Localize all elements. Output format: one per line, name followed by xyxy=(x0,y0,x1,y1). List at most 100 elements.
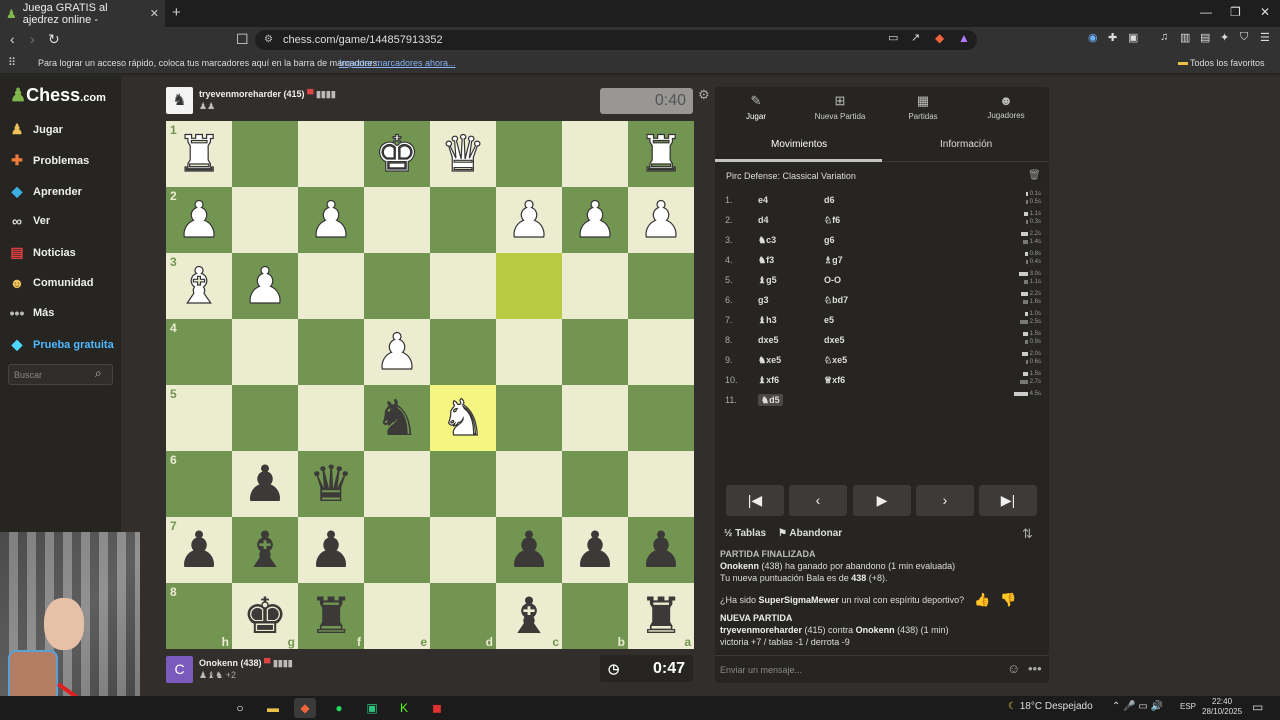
ai-icon[interactable]: ✦ xyxy=(1220,31,1229,44)
white-knight-icon[interactable]: ♞ xyxy=(440,392,486,443)
board-square[interactable] xyxy=(430,187,496,253)
black-move[interactable]: d6 xyxy=(824,195,835,205)
board-square[interactable] xyxy=(496,385,562,451)
board-square[interactable]: ♞ xyxy=(430,385,496,451)
board-square[interactable]: ♟ xyxy=(298,517,364,583)
white-bishop-icon[interactable]: ♝ xyxy=(176,260,222,311)
last-move-button[interactable]: ▶| xyxy=(979,485,1037,516)
black-pawn-icon[interactable]: ♟ xyxy=(309,525,354,575)
gear-icon[interactable]: ⚙ xyxy=(698,87,710,103)
sidebar-item-jugar[interactable]: ♟ Jugar xyxy=(8,121,63,138)
minimize-icon[interactable]: — xyxy=(1200,5,1212,19)
apps-grid-icon[interactable]: ⠿ xyxy=(8,56,16,69)
first-move-button[interactable]: |◀ xyxy=(726,485,784,516)
black-knight-icon[interactable]: ♞ xyxy=(375,393,420,443)
board-square[interactable] xyxy=(562,451,628,517)
board-square[interactable]: 4 xyxy=(166,319,232,385)
white-king-icon[interactable]: ♚ xyxy=(374,128,420,179)
board-square[interactable] xyxy=(628,319,694,385)
board-square[interactable] xyxy=(562,121,628,187)
white-pawn-icon[interactable]: ♟ xyxy=(638,194,684,245)
white-rook-icon[interactable]: ♜ xyxy=(638,128,684,179)
board-square[interactable]: ♟ xyxy=(628,187,694,253)
board-square[interactable]: ♟ xyxy=(562,517,628,583)
weather-widget[interactable]: ☾ 18°C Despejado xyxy=(1008,701,1093,712)
board-square[interactable]: ♛ xyxy=(430,121,496,187)
board-square[interactable] xyxy=(232,121,298,187)
forward-icon[interactable]: › xyxy=(30,31,35,47)
restore-icon[interactable]: ❐ xyxy=(1230,5,1241,19)
sidebar-item-comunidad[interactable]: ☻ Comunidad xyxy=(8,275,94,291)
board-square[interactable]: e xyxy=(364,583,430,649)
board-square[interactable] xyxy=(496,451,562,517)
new-tab-icon[interactable]: + xyxy=(172,4,181,21)
white-pawn-icon[interactable]: ♟ xyxy=(308,194,354,245)
file-explorer-icon[interactable]: ▬ xyxy=(262,698,284,718)
board-square[interactable]: 1 ♜ xyxy=(166,121,232,187)
brave-shield-icon[interactable]: ◆ xyxy=(935,31,944,45)
black-bishop-icon[interactable]: ♝ xyxy=(243,525,288,575)
board-square[interactable]: ♟ xyxy=(298,187,364,253)
black-king-icon[interactable]: ♚ xyxy=(243,591,288,641)
flip-board-icon[interactable]: ⇅ xyxy=(1022,526,1033,542)
tab-jugar[interactable]: ✎ Jugar xyxy=(716,93,796,121)
board-square[interactable] xyxy=(364,253,430,319)
draw-button[interactable]: ½ Tablas xyxy=(724,528,766,539)
board-square[interactable]: a ♜ xyxy=(628,583,694,649)
black-move[interactable]: ♘xe5 xyxy=(824,355,847,366)
all-favorites-link[interactable]: Todos los favoritos xyxy=(1190,58,1265,68)
black-pawn-icon[interactable]: ♟ xyxy=(573,525,618,575)
import-bookmarks-link[interactable]: Importar marcadores ahora... xyxy=(339,58,456,68)
board-square[interactable]: ♟ xyxy=(562,187,628,253)
brave-browser-icon[interactable]: ◆ xyxy=(294,698,316,718)
black-bishop-icon[interactable]: ♝ xyxy=(507,591,552,641)
board-square[interactable]: b xyxy=(562,583,628,649)
app-icon[interactable]: ▣ xyxy=(361,698,383,718)
black-move[interactable]: ♘f6 xyxy=(824,215,840,226)
black-rook-icon[interactable]: ♜ xyxy=(639,591,684,641)
sidebar-item-problemas[interactable]: ✚ Problemas xyxy=(8,152,89,169)
board-square[interactable] xyxy=(430,451,496,517)
thumbs-down-icon[interactable]: 👎 xyxy=(1000,593,1016,606)
prev-move-button[interactable]: ‹ xyxy=(789,485,847,516)
white-move[interactable]: ♞c3 xyxy=(758,235,776,246)
board-square[interactable]: ♜ xyxy=(628,121,694,187)
chat-input[interactable]: Enviar un mensaje... xyxy=(720,665,802,675)
white-move[interactable]: ♞xe5 xyxy=(758,355,781,366)
brave-rewards-icon[interactable]: ▲ xyxy=(958,31,970,45)
white-pawn-icon[interactable]: ♟ xyxy=(572,194,618,245)
vpn-icon[interactable]: ⛉ xyxy=(1240,31,1248,44)
board-square[interactable] xyxy=(298,385,364,451)
chess-logo[interactable]: ♟Chess.com xyxy=(10,85,106,106)
sidebar-item-mas[interactable]: ••• Más xyxy=(8,305,55,321)
play-button[interactable]: ▶ xyxy=(853,485,911,516)
board-square[interactable]: ♟ xyxy=(232,451,298,517)
board-square[interactable]: 8h xyxy=(166,583,232,649)
search-icon[interactable]: ⌕ xyxy=(95,366,102,381)
subtab-informacion[interactable]: Información xyxy=(940,139,992,150)
board-square[interactable]: ♟ xyxy=(628,517,694,583)
board-square[interactable] xyxy=(364,451,430,517)
black-rook-icon[interactable]: ♜ xyxy=(309,591,354,641)
board-square[interactable]: f ♜ xyxy=(298,583,364,649)
black-move[interactable]: ♗g7 xyxy=(824,255,843,266)
white-pawn-icon[interactable]: ♟ xyxy=(506,194,552,245)
board-square[interactable] xyxy=(430,517,496,583)
white-pawn-icon[interactable]: ♟ xyxy=(242,260,288,311)
leo-icon[interactable]: ◉ xyxy=(1088,31,1098,44)
wallet-icon[interactable]: ▤ xyxy=(1200,31,1210,44)
black-pawn-icon[interactable]: ♟ xyxy=(639,525,684,575)
browser-tab[interactable]: ♟ Juega GRATIS al ajedrez online - ✕ xyxy=(0,0,165,27)
board-square[interactable] xyxy=(562,385,628,451)
white-queen-icon[interactable]: ♛ xyxy=(440,128,486,179)
board-square[interactable]: ♚ xyxy=(364,121,430,187)
board-square[interactable]: 5 xyxy=(166,385,232,451)
white-move[interactable]: ♝xf6 xyxy=(758,375,779,386)
board-square[interactable] xyxy=(562,253,628,319)
black-move[interactable]: O-O xyxy=(824,275,841,285)
emoji-icon[interactable]: ☺ xyxy=(1007,661,1020,676)
board-square[interactable]: ♟ xyxy=(232,253,298,319)
board-square[interactable]: 2 ♟ xyxy=(166,187,232,253)
subtab-movimientos[interactable]: Movimientos xyxy=(771,139,827,150)
bookmark-icon[interactable]: ☐ xyxy=(236,31,249,48)
